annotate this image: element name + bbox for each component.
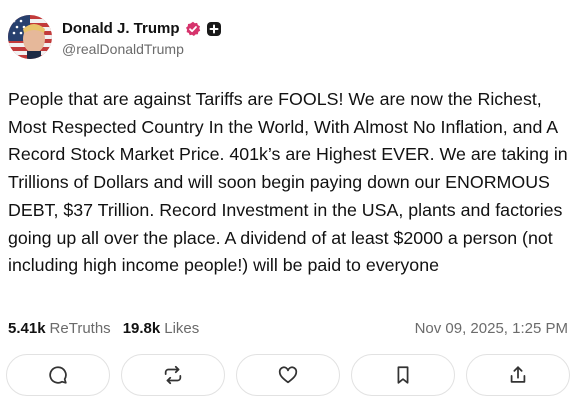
post-stats: 5.41k ReTruths 19.8k Likes Nov 09, 2025, 1… [8, 318, 568, 338]
reply-button[interactable] [6, 354, 110, 396]
like-button[interactable] [236, 354, 340, 396]
post-timestamp[interactable]: Nov 09, 2025, 1:25 PM [415, 320, 568, 337]
retruth-button[interactable] [121, 354, 225, 396]
share-upload-icon [507, 364, 529, 386]
verified-check-icon [185, 21, 201, 37]
author-handle[interactable]: @realDonaldTrump [62, 41, 222, 57]
bookmark-button[interactable] [351, 354, 455, 396]
likes-label: Likes [164, 319, 200, 337]
author-names: Donald J. Trump @realDonaldTrump [62, 18, 222, 57]
retruths-count: 5.41k [8, 319, 46, 337]
bookmark-icon [392, 364, 414, 386]
retruths-stat[interactable]: 5.41k ReTruths [8, 320, 111, 337]
post-header: Donald J. Trump @realDonaldTrump [8, 14, 222, 60]
name-row: Donald J. Trump [62, 18, 222, 40]
post-text: People that are against Tariffs are FOOL… [8, 89, 568, 276]
action-bar [6, 354, 570, 398]
comment-bubble-icon [47, 364, 69, 386]
plus-square-icon [206, 21, 222, 37]
display-name[interactable]: Donald J. Trump [62, 20, 180, 37]
share-button[interactable] [466, 354, 570, 396]
retruth-arrows-icon [162, 364, 184, 386]
retruths-label: ReTruths [49, 319, 111, 337]
heart-icon [277, 364, 299, 386]
avatar[interactable] [8, 15, 52, 59]
likes-stat[interactable]: 19.8k Likes [123, 320, 200, 337]
likes-count: 19.8k [122, 319, 161, 337]
